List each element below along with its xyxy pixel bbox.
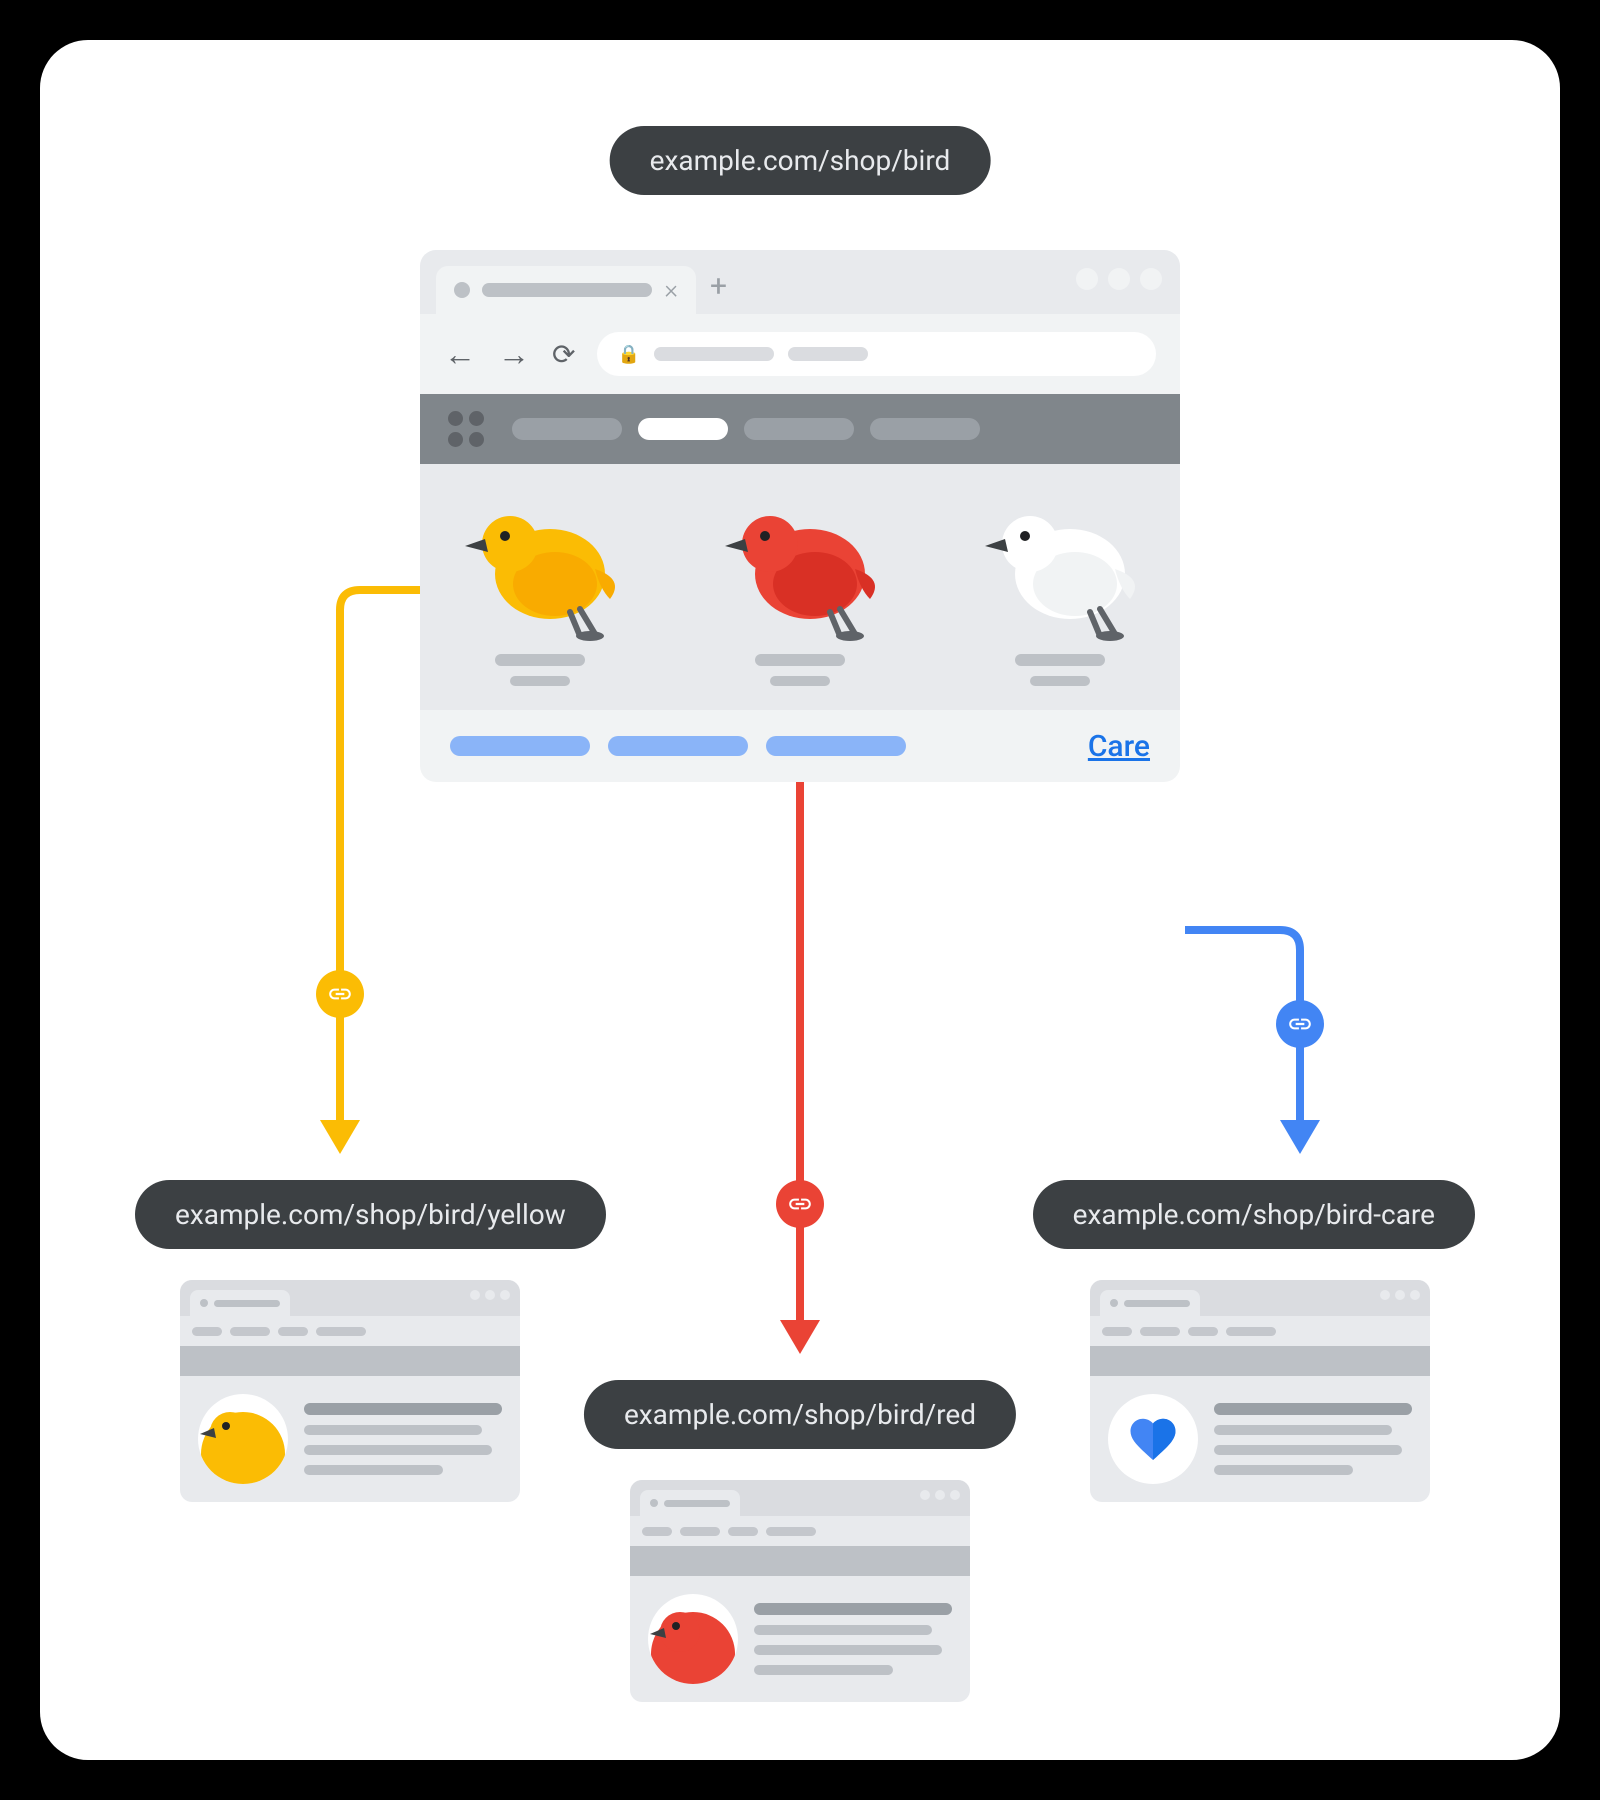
product-grid — [420, 464, 1180, 710]
avatar-heart — [1108, 1394, 1198, 1484]
url-segment-placeholder — [654, 347, 774, 361]
nav-item-placeholder — [870, 418, 980, 440]
product-title-placeholder — [495, 654, 585, 666]
diagram-canvas: example.com/shop/bird example.com/shop/b… — [40, 40, 1560, 1760]
browser-tab: × — [436, 266, 696, 314]
url-segment-placeholder — [788, 347, 868, 361]
footer-link-placeholder — [766, 736, 906, 756]
nav-item-placeholder — [512, 418, 622, 440]
footer-link-placeholder — [450, 736, 590, 756]
tab-strip: × + — [420, 250, 1180, 314]
browser-toolbar: ← → ⟳ 🔒 — [420, 314, 1180, 394]
footer-link-placeholder — [608, 736, 748, 756]
mini-browser-yellow — [180, 1280, 520, 1502]
product-title-placeholder — [755, 654, 845, 666]
forward-icon: → — [498, 335, 530, 373]
window-controls — [1076, 268, 1162, 290]
mini-browser-red — [630, 1480, 970, 1702]
reload-icon: ⟳ — [552, 338, 575, 371]
product-subtitle-placeholder — [1030, 676, 1090, 686]
url-pill-care: example.com/shop/bird-care — [1033, 1180, 1475, 1249]
link-badge-red — [776, 1180, 824, 1228]
menu-icon — [448, 411, 484, 447]
bird-icon — [970, 494, 1150, 644]
care-link: Care — [1088, 729, 1150, 764]
product-white-bird — [970, 494, 1150, 686]
arrow-red — [775, 760, 825, 1370]
avatar-yellow-bird — [198, 1394, 288, 1484]
avatar-red-bird — [648, 1594, 738, 1684]
browser-mockup: × + ← → ⟳ 🔒 — [420, 250, 1180, 782]
nav-item-active-placeholder — [638, 418, 728, 440]
nav-item-placeholder — [744, 418, 854, 440]
url-pill-parent: example.com/shop/bird — [610, 126, 991, 195]
window-dot — [1076, 268, 1098, 290]
mini-browser-care — [1090, 1280, 1430, 1502]
bird-icon — [450, 494, 630, 644]
link-badge-blue — [1276, 1000, 1324, 1048]
window-dot — [1140, 268, 1162, 290]
footer-links: Care — [420, 710, 1180, 782]
url-pill-yellow: example.com/shop/bird/yellow — [135, 1180, 606, 1249]
product-yellow-bird — [450, 494, 630, 686]
favicon-placeholder — [454, 282, 470, 298]
heart-icon — [1126, 1412, 1180, 1466]
back-icon: ← — [444, 335, 476, 373]
url-pill-red: example.com/shop/bird/red — [584, 1380, 1016, 1449]
lock-icon: 🔒 — [617, 344, 639, 365]
product-subtitle-placeholder — [510, 676, 570, 686]
product-title-placeholder — [1015, 654, 1105, 666]
site-nav — [420, 394, 1180, 464]
close-icon: × — [664, 275, 678, 305]
product-red-bird — [710, 494, 890, 686]
tab-title-placeholder — [482, 283, 652, 297]
product-subtitle-placeholder — [770, 676, 830, 686]
link-badge-yellow — [316, 970, 364, 1018]
address-bar: 🔒 — [597, 332, 1156, 376]
bird-icon — [710, 494, 890, 644]
window-dot — [1108, 268, 1130, 290]
plus-icon: + — [710, 269, 727, 304]
